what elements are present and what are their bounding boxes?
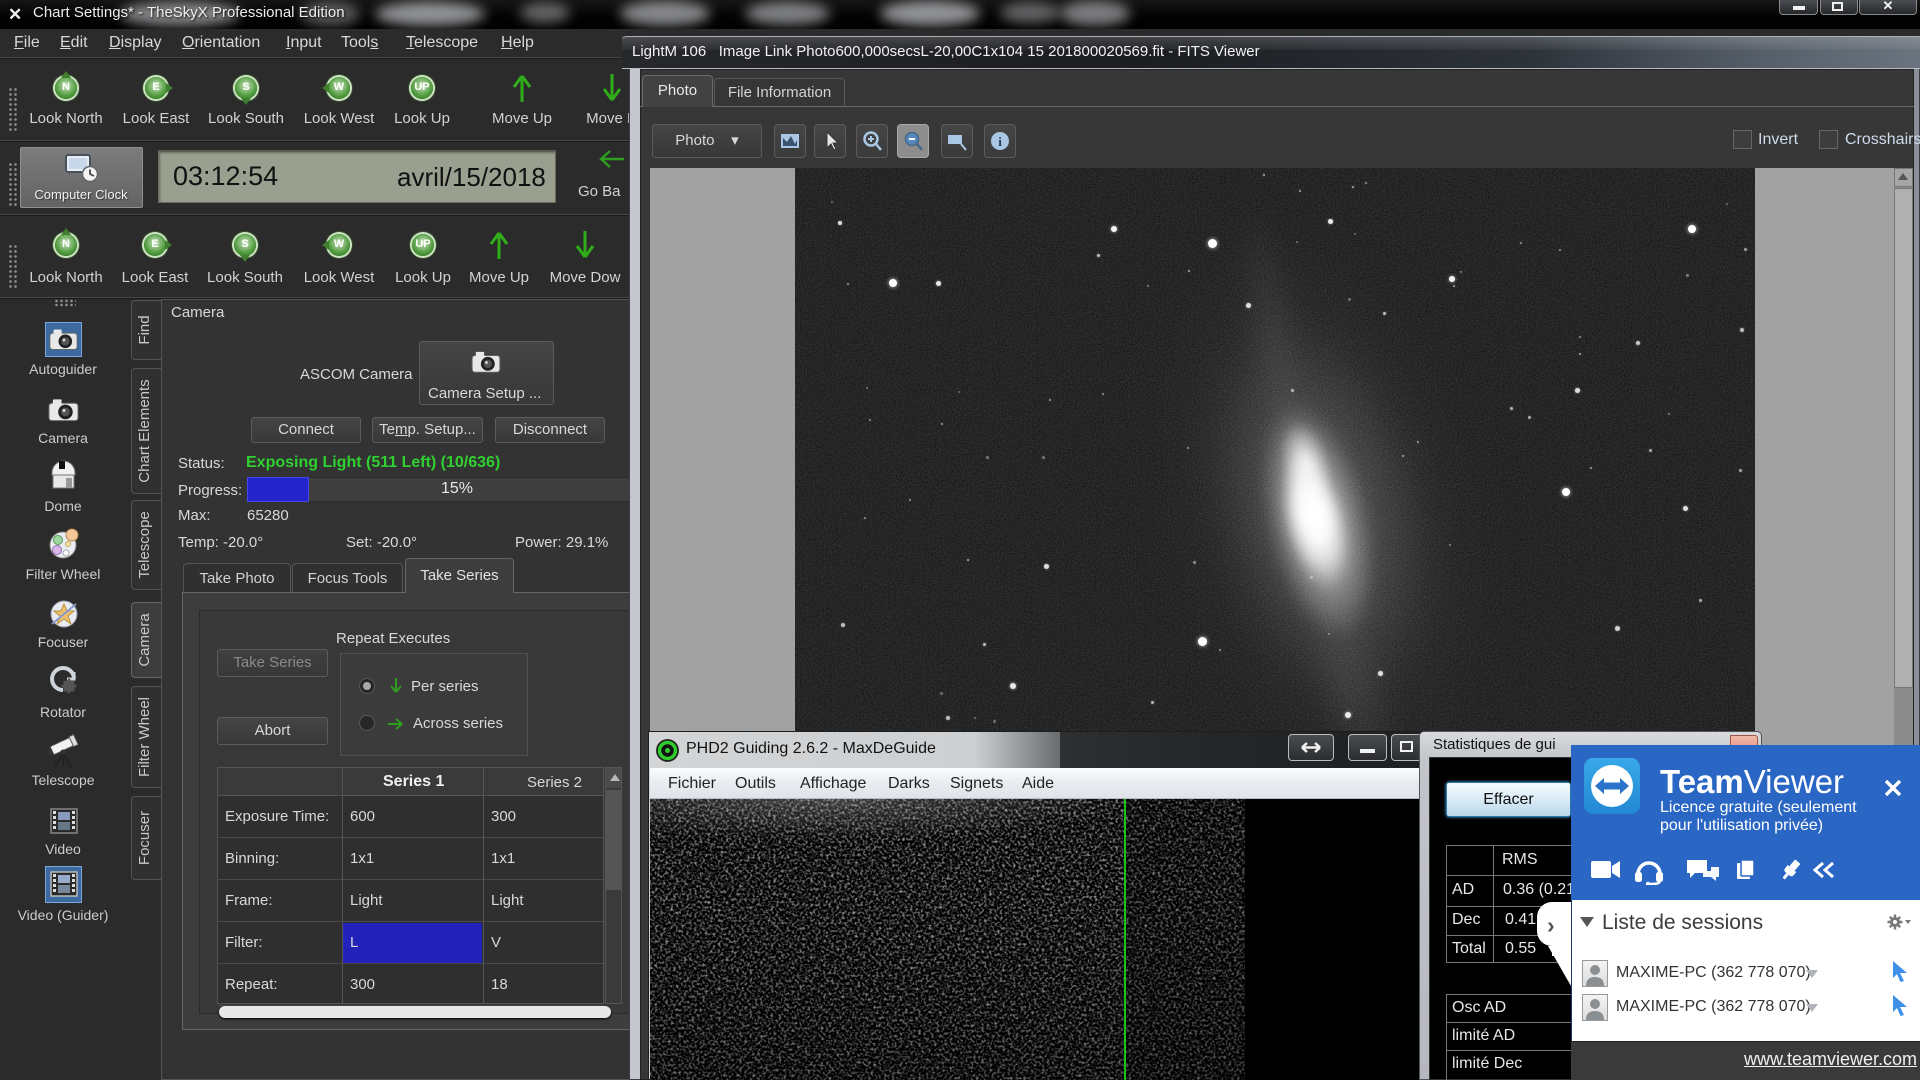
svg-text:i: i xyxy=(998,134,1002,149)
